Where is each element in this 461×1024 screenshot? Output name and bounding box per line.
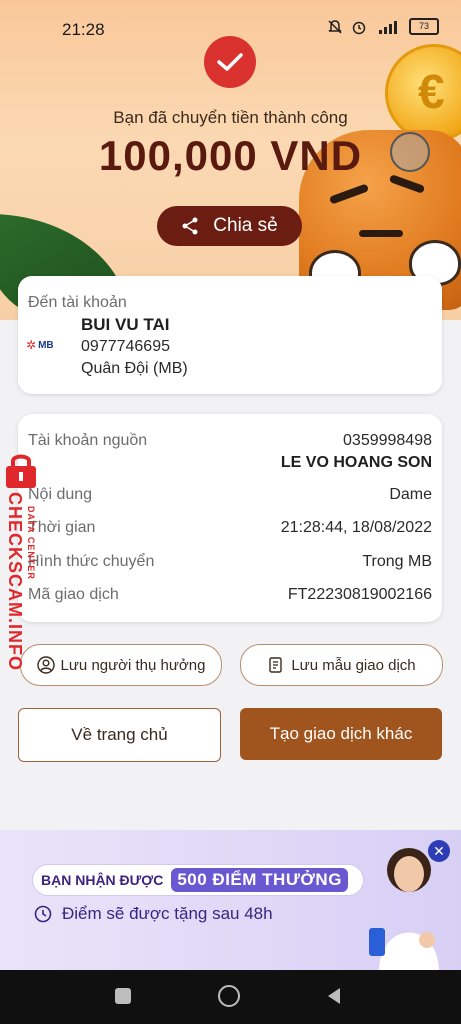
share-button[interactable]: Chia sẻ xyxy=(157,206,302,246)
signal-icon xyxy=(379,20,397,34)
recipient-bank: Quân Đội (MB) xyxy=(81,360,188,377)
status-time: 21:28 xyxy=(62,20,105,39)
recents-button[interactable] xyxy=(115,988,131,1004)
new-transaction-button[interactable]: Tạo giao dịch khác xyxy=(240,708,442,760)
points-text: 500 ĐIỂM THƯỞNG xyxy=(171,868,348,892)
recipient-card: Đến tài khoản ✲ MB BUI VU TAI 0977746695 … xyxy=(18,276,442,394)
method-value: Trong MB xyxy=(362,553,432,570)
gift-clock-icon xyxy=(34,905,52,923)
points-note: Điểm sẽ được tặng sau 48h xyxy=(34,904,273,924)
watermark-sub: DATA CENTER xyxy=(26,506,36,580)
alarm-icon xyxy=(352,21,366,34)
receive-text: BẠN NHẬN ĐƯỢC xyxy=(41,872,164,888)
back-nav-button[interactable] xyxy=(326,987,342,1005)
share-icon xyxy=(182,217,198,235)
source-account-label: Tài khoản nguồn xyxy=(28,432,148,449)
transaction-details-card: Tài khoản nguồn 0359998498 LE VO HOANG S… xyxy=(18,414,442,622)
document-icon xyxy=(269,657,283,673)
save-beneficiary-button[interactable]: Lưu người thụ hưởng xyxy=(20,644,222,686)
promo-banner[interactable]: BẠN NHẬN ĐƯỢC 500 ĐIỂM THƯỞNG Điểm sẽ đư… xyxy=(0,830,461,970)
time-value: 21:28:44, 18/08/2022 xyxy=(280,519,432,536)
checkscam-watermark: CHECKSCAM.INFO DATA CENTER xyxy=(0,452,48,678)
content-value: Dame xyxy=(389,486,432,503)
success-hero: € 21:28 73 Bạn đã chuyển tiền thành công… xyxy=(0,0,461,320)
save-template-label: Lưu mẫu giao dịch xyxy=(291,656,416,674)
save-beneficiary-label: Lưu người thụ hưởng xyxy=(60,656,206,674)
transaction-code-value: FT22230819002166 xyxy=(287,586,432,603)
source-account-name: LE VO HOANG SON xyxy=(280,454,432,471)
success-check-icon xyxy=(204,36,256,88)
battery-icon: 73 xyxy=(409,18,439,35)
mb-bank-logo: ✲ MB xyxy=(26,338,54,352)
lock-icon xyxy=(6,454,36,488)
recipient-name: BUI VU TAI xyxy=(81,315,170,334)
share-label: Chia sẻ xyxy=(213,215,278,236)
watermark-main: CHECKSCAM.INFO xyxy=(5,492,25,671)
save-template-button[interactable]: Lưu mẫu giao dịch xyxy=(240,644,443,686)
home-button[interactable]: Về trang chủ xyxy=(18,708,221,762)
mute-bell-icon xyxy=(328,19,342,34)
source-account-number: 0359998498 xyxy=(343,432,432,449)
points-pill: BẠN NHẬN ĐƯỢC 500 ĐIỂM THƯỞNG xyxy=(32,864,364,896)
close-banner-icon[interactable]: ✕ xyxy=(428,840,450,862)
home-nav-button[interactable] xyxy=(218,985,240,1007)
recipient-label: Đến tài khoản xyxy=(28,294,127,311)
transfer-amount: 100,000 VND xyxy=(98,132,363,179)
recipient-account: 0977746695 xyxy=(81,338,170,355)
success-message: Bạn đã chuyển tiền thành công xyxy=(113,108,348,127)
system-nav-bar xyxy=(0,970,461,1024)
